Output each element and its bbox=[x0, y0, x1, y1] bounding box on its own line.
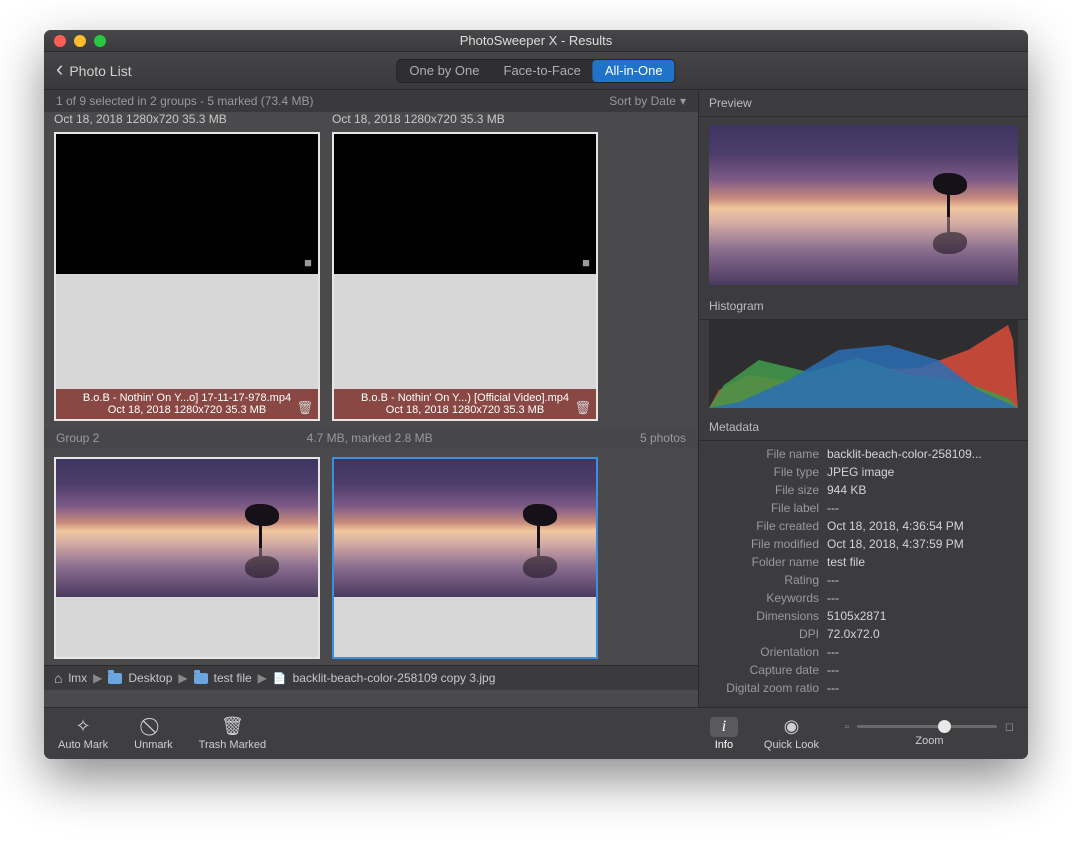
thumb-video-area: ■ bbox=[334, 134, 596, 274]
file-icon bbox=[273, 671, 287, 685]
meta-row: File modifiedOct 18, 2018, 4:37:59 PM bbox=[709, 535, 1018, 553]
thumb-info: Oct 18, 2018 1280x720 35.3 MB bbox=[54, 112, 320, 126]
view-face-to-face[interactable]: Face-to-Face bbox=[492, 60, 593, 82]
thumb-info: Oct 18, 2018 1280x720 35.3 MB bbox=[386, 404, 544, 416]
app-window: PhotoSweeper X - Results Photo List One … bbox=[44, 30, 1028, 759]
toolbar: Photo List One by One Face-to-Face All-i… bbox=[44, 52, 1028, 90]
group2-count: 5 photos bbox=[640, 431, 686, 445]
thumb-marked-strip: B.o.B - Nothin' On Y...) [Official Video… bbox=[334, 389, 596, 419]
group2-summary: 4.7 MB, marked 2.8 MB bbox=[307, 431, 433, 445]
view-mode-segment: One by One Face-to-Face All-in-One bbox=[396, 59, 675, 83]
back-label: Photo List bbox=[69, 63, 131, 79]
video-icon: ■ bbox=[582, 255, 590, 270]
folder-icon bbox=[108, 673, 122, 684]
histogram-header: Histogram bbox=[699, 293, 1028, 320]
breadcrumb-sep: ▶ bbox=[178, 671, 187, 685]
quick-look-button[interactable]: ◉ Quick Look bbox=[764, 716, 819, 751]
crumb-file[interactable]: backlit-beach-color-258109 copy 3.jpg bbox=[293, 671, 496, 685]
trash-icon: 🗑 bbox=[221, 716, 244, 737]
video-icon: ■ bbox=[304, 255, 312, 270]
thumb-top-2[interactable]: Oct 18, 2018 1280x720 35.3 MB bbox=[332, 112, 598, 126]
thumb-image bbox=[334, 459, 596, 597]
meta-row: Dimensions5105x2871 bbox=[709, 607, 1018, 625]
thumb-padding bbox=[334, 597, 596, 657]
thumb-card-selected[interactable] bbox=[332, 457, 598, 659]
histogram bbox=[709, 320, 1018, 408]
unmark-button[interactable]: ⃠ Unmark bbox=[134, 716, 173, 751]
meta-row: File typeJPEG image bbox=[709, 463, 1018, 481]
group2-cards bbox=[44, 449, 698, 665]
results-pane: 1 of 9 selected in 2 groups - 5 marked (… bbox=[44, 90, 698, 707]
thumb-card[interactable]: ■ B.o.B - Nothin' On Y...) [Official Vid… bbox=[332, 132, 598, 421]
info-button[interactable]: i Info bbox=[710, 717, 738, 751]
meta-row: Folder nametest file bbox=[709, 553, 1018, 571]
meta-row: Orientation--- bbox=[709, 643, 1018, 661]
selection-status: 1 of 9 selected in 2 groups - 5 marked (… bbox=[56, 94, 313, 108]
thumb-filename: B.o.B - Nothin' On Y...) [Official Video… bbox=[338, 392, 592, 404]
metadata-header: Metadata bbox=[699, 414, 1028, 441]
view-all-in-one[interactable]: All-in-One bbox=[593, 60, 675, 82]
breadcrumb-sep: ▶ bbox=[258, 671, 267, 685]
zoom-in-icon[interactable]: ◻ bbox=[1005, 720, 1014, 733]
thumb-info: Oct 18, 2018 1280x720 35.3 MB bbox=[108, 404, 266, 416]
back-button[interactable]: Photo List bbox=[56, 62, 132, 79]
crumb-desktop[interactable]: Desktop bbox=[128, 671, 172, 685]
footer-toolbar: ✧ Auto Mark ⃠ Unmark 🗑 Trash Marked i In… bbox=[44, 707, 1028, 759]
zoom-slider-thumb[interactable] bbox=[938, 720, 951, 733]
group2-label: Group 2 bbox=[56, 431, 99, 445]
group2-header: Group 2 4.7 MB, marked 2.8 MB 5 photos bbox=[44, 427, 698, 449]
thumb-image bbox=[56, 459, 318, 597]
wand-icon: ✧ bbox=[76, 716, 91, 737]
trash-icon[interactable]: 🗑 bbox=[296, 400, 313, 416]
thumb-video-area: ■ bbox=[56, 134, 318, 274]
thumb-marked-strip: B.o.B - Nothin' On Y...o] 17-11-17-978.m… bbox=[56, 389, 318, 419]
meta-row: File namebacklit-beach-color-258109... bbox=[709, 445, 1018, 463]
chevron-down-icon: ▾ bbox=[680, 94, 686, 108]
view-one-by-one[interactable]: One by One bbox=[397, 60, 491, 82]
metadata-table: File namebacklit-beach-color-258109... F… bbox=[699, 441, 1028, 707]
thumb-card[interactable]: ■ B.o.B - Nothin' On Y...o] 17-11-17-978… bbox=[54, 132, 320, 421]
auto-mark-button[interactable]: ✧ Auto Mark bbox=[58, 716, 108, 751]
meta-row: Rating--- bbox=[709, 571, 1018, 589]
breadcrumb-sep: ▶ bbox=[93, 671, 102, 685]
sort-label: Sort by Date bbox=[609, 94, 676, 108]
thumb-padding bbox=[56, 274, 318, 389]
thumb-padding bbox=[56, 597, 318, 657]
eye-icon: ◉ bbox=[784, 716, 800, 737]
thumb-padding bbox=[334, 274, 596, 389]
thumb-top-1[interactable]: Oct 18, 2018 1280x720 35.3 MB bbox=[54, 112, 320, 126]
preview-header: Preview bbox=[699, 90, 1028, 117]
thumb-filename: B.o.B - Nothin' On Y...o] 17-11-17-978.m… bbox=[60, 392, 314, 404]
results-subheader: 1 of 9 selected in 2 groups - 5 marked (… bbox=[44, 90, 698, 112]
inspector-pane: Preview Histogram Metadata File nameback… bbox=[698, 90, 1028, 707]
meta-row: File createdOct 18, 2018, 4:36:54 PM bbox=[709, 517, 1018, 535]
sort-by-dropdown[interactable]: Sort by Date ▾ bbox=[609, 94, 686, 108]
home-icon bbox=[54, 670, 62, 686]
zoom-slider[interactable] bbox=[857, 725, 997, 728]
crumb-folder[interactable]: test file bbox=[214, 671, 252, 685]
trash-marked-button[interactable]: 🗑 Trash Marked bbox=[199, 716, 266, 751]
meta-row: File label--- bbox=[709, 499, 1018, 517]
meta-row: Keywords--- bbox=[709, 589, 1018, 607]
preview-image[interactable] bbox=[709, 125, 1018, 285]
thumb-info: Oct 18, 2018 1280x720 35.3 MB bbox=[332, 112, 598, 126]
zoom-out-icon[interactable]: ▫ bbox=[845, 721, 849, 733]
thumb-card[interactable] bbox=[54, 457, 320, 659]
meta-row: File size944 KB bbox=[709, 481, 1018, 499]
meta-row: Capture date--- bbox=[709, 661, 1018, 679]
meta-row: DPI72.0x72.0 bbox=[709, 625, 1018, 643]
group1-top-strips: Oct 18, 2018 1280x720 35.3 MB Oct 18, 20… bbox=[44, 112, 698, 132]
crumb-user[interactable]: lmx bbox=[68, 671, 87, 685]
trash-icon[interactable]: 🗑 bbox=[574, 400, 591, 416]
chevron-left-icon bbox=[56, 62, 63, 79]
titlebar: PhotoSweeper X - Results bbox=[44, 30, 1028, 52]
main-split: 1 of 9 selected in 2 groups - 5 marked (… bbox=[44, 90, 1028, 707]
breadcrumb: lmx ▶ Desktop ▶ test file ▶ backlit-beac… bbox=[44, 665, 698, 690]
window-title: PhotoSweeper X - Results bbox=[44, 33, 1028, 48]
zoom-control: ▫ ◻ Zoom bbox=[845, 720, 1014, 747]
folder-icon bbox=[194, 673, 208, 684]
group1-cards: ■ B.o.B - Nothin' On Y...o] 17-11-17-978… bbox=[44, 132, 698, 427]
meta-row: Digital zoom ratio--- bbox=[709, 679, 1018, 697]
info-icon: i bbox=[710, 717, 738, 737]
